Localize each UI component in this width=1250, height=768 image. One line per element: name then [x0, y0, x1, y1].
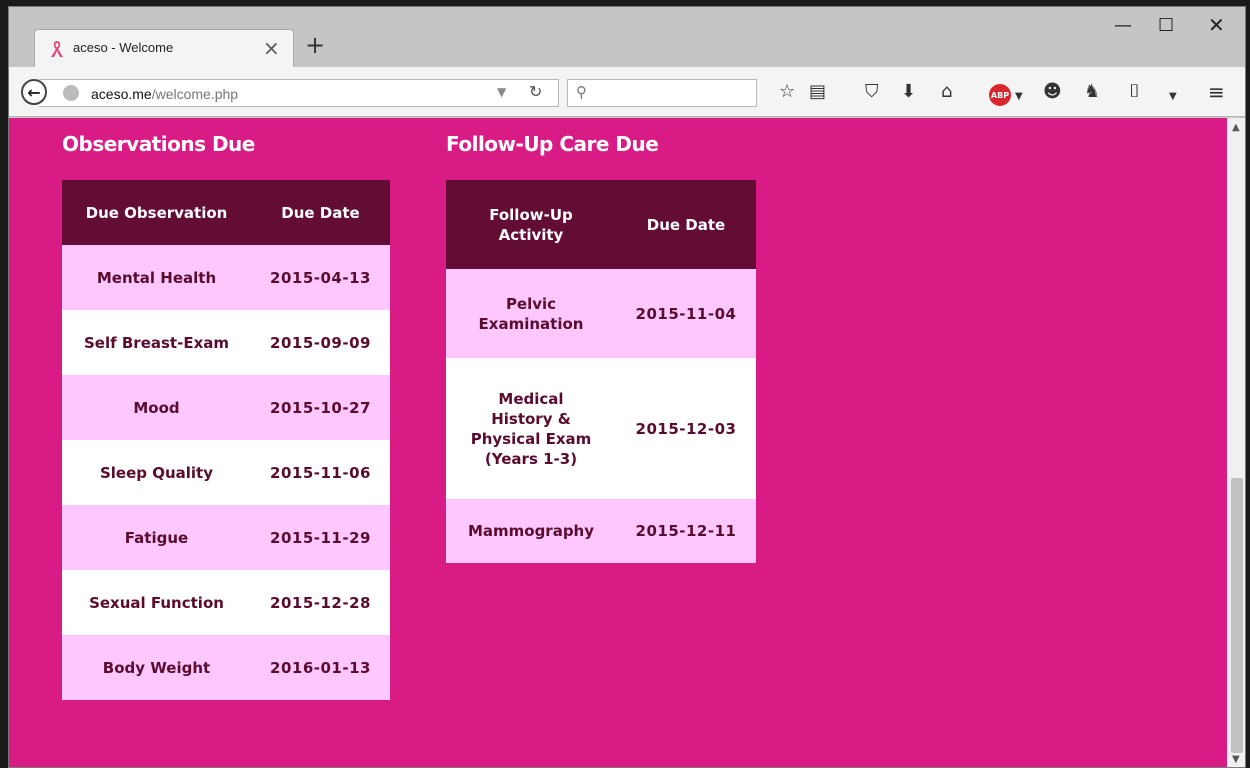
scroll-down-icon[interactable]: ▼ [1232, 754, 1240, 765]
tab-close-icon[interactable]: × [263, 36, 280, 60]
pocket-icon[interactable]: ⛉ [865, 82, 879, 102]
observation-name: Sleep Quality [62, 440, 251, 505]
followup-date: 2015-11-04 [616, 269, 756, 358]
vertical-scrollbar[interactable]: ▲ ▼ [1227, 118, 1245, 767]
observation-name: Body Weight [62, 635, 251, 700]
table-row: Sleep Quality 2015-11-06 [62, 440, 390, 505]
followup-activity: Pelvic Examination [446, 269, 616, 358]
close-window-button[interactable]: ✕ [1208, 13, 1225, 37]
page-content: Observations Due Due Observation Due Dat… [9, 118, 1227, 767]
table-row: Medical History & Physical Exam (Years 1… [446, 358, 756, 499]
observation-name: Fatigue [62, 505, 251, 570]
observation-date: 2015-11-06 [251, 440, 390, 505]
extension-icon[interactable]: ♞ [1084, 82, 1100, 102]
search-icon: ⚲ [576, 83, 587, 101]
adblock-dropdown-icon[interactable]: ▼ [1015, 87, 1023, 107]
table-row: Sexual Function 2015-12-28 [62, 570, 390, 635]
camera-icon[interactable]: ⌷ [1129, 82, 1140, 102]
url-dropdown-icon[interactable]: ▼ [497, 85, 506, 99]
followup-date: 2015-12-03 [616, 358, 756, 499]
pink-ribbon-icon [51, 41, 63, 57]
observations-heading: Observations Due [62, 132, 255, 156]
observation-date: 2015-11-29 [251, 505, 390, 570]
followup-table: Follow-Up Activity Due Date Pelvic Exami… [446, 180, 756, 563]
observation-name: Mental Health [62, 245, 251, 310]
download-icon[interactable]: ⬇ [901, 82, 916, 102]
url-host: aceso.me [91, 86, 152, 102]
tab-strip: aceso - Welcome × + — ☐ ✕ [9, 7, 1245, 67]
table-row: Fatigue 2015-11-29 [62, 505, 390, 570]
emoji-icon[interactable]: ☻ [1043, 82, 1062, 102]
menu-icon[interactable]: ≡ [1208, 82, 1225, 102]
url-path: /welcome.php [151, 86, 239, 102]
followup-date: 2015-12-11 [616, 499, 756, 563]
back-button[interactable]: ← [21, 79, 47, 105]
followup-activity: Medical History & Physical Exam (Years 1… [446, 358, 616, 499]
observation-date: 2015-12-28 [251, 570, 390, 635]
table-row: Self Breast-Exam 2015-09-09 [62, 310, 390, 375]
observation-date: 2015-09-09 [251, 310, 390, 375]
reading-list-icon[interactable]: ▤ [809, 82, 826, 102]
adblock-plus-icon[interactable]: ABP [989, 84, 1011, 106]
followup-heading: Follow-Up Care Due [446, 132, 659, 156]
table-row: Pelvic Examination 2015-11-04 [446, 269, 756, 358]
back-arrow-icon: ← [27, 82, 41, 102]
column-header: Due Date [616, 180, 756, 269]
table-row: Mammography 2015-12-11 [446, 499, 756, 563]
observation-name: Self Breast-Exam [62, 310, 251, 375]
camera-dropdown-icon[interactable]: ▼ [1169, 87, 1177, 107]
column-header: Due Date [251, 180, 390, 245]
observation-name: Sexual Function [62, 570, 251, 635]
search-input[interactable]: ⚲ [567, 79, 757, 107]
url-bar[interactable]: aceso.me/welcome.php ▼ ↻ [39, 79, 559, 107]
url-text: aceso.me/welcome.php [91, 86, 238, 102]
column-header: Due Observation [62, 180, 251, 245]
globe-icon [63, 85, 79, 101]
followup-activity: Mammography [446, 499, 616, 563]
navigation-toolbar: aceso.me/welcome.php ▼ ↻ ← ⚲ ☆ ▤ ⛉ ⬇ ⌂ A… [9, 67, 1245, 117]
bookmark-star-icon[interactable]: ☆ [779, 82, 795, 102]
tab-title: aceso - Welcome [73, 40, 174, 55]
browser-window: aceso - Welcome × + — ☐ ✕ aceso.me/welco… [8, 6, 1246, 768]
observations-table: Due Observation Due Date Mental Health 2… [62, 180, 390, 700]
column-header: Follow-Up Activity [446, 180, 616, 269]
observation-name: Mood [62, 375, 251, 440]
observation-date: 2016-01-13 [251, 635, 390, 700]
reload-icon[interactable]: ↻ [529, 82, 542, 101]
maximize-button[interactable]: ☐ [1158, 15, 1174, 36]
new-tab-button[interactable]: + [305, 31, 325, 59]
table-row: Mood 2015-10-27 [62, 375, 390, 440]
scroll-up-icon[interactable]: ▲ [1232, 122, 1240, 133]
observation-date: 2015-10-27 [251, 375, 390, 440]
home-icon[interactable]: ⌂ [941, 82, 952, 102]
browser-tab[interactable]: aceso - Welcome × [34, 29, 294, 67]
observation-date: 2015-04-13 [251, 245, 390, 310]
scrollbar-thumb[interactable] [1231, 478, 1243, 753]
table-row: Body Weight 2016-01-13 [62, 635, 390, 700]
minimize-button[interactable]: — [1114, 15, 1132, 36]
table-row: Mental Health 2015-04-13 [62, 245, 390, 310]
